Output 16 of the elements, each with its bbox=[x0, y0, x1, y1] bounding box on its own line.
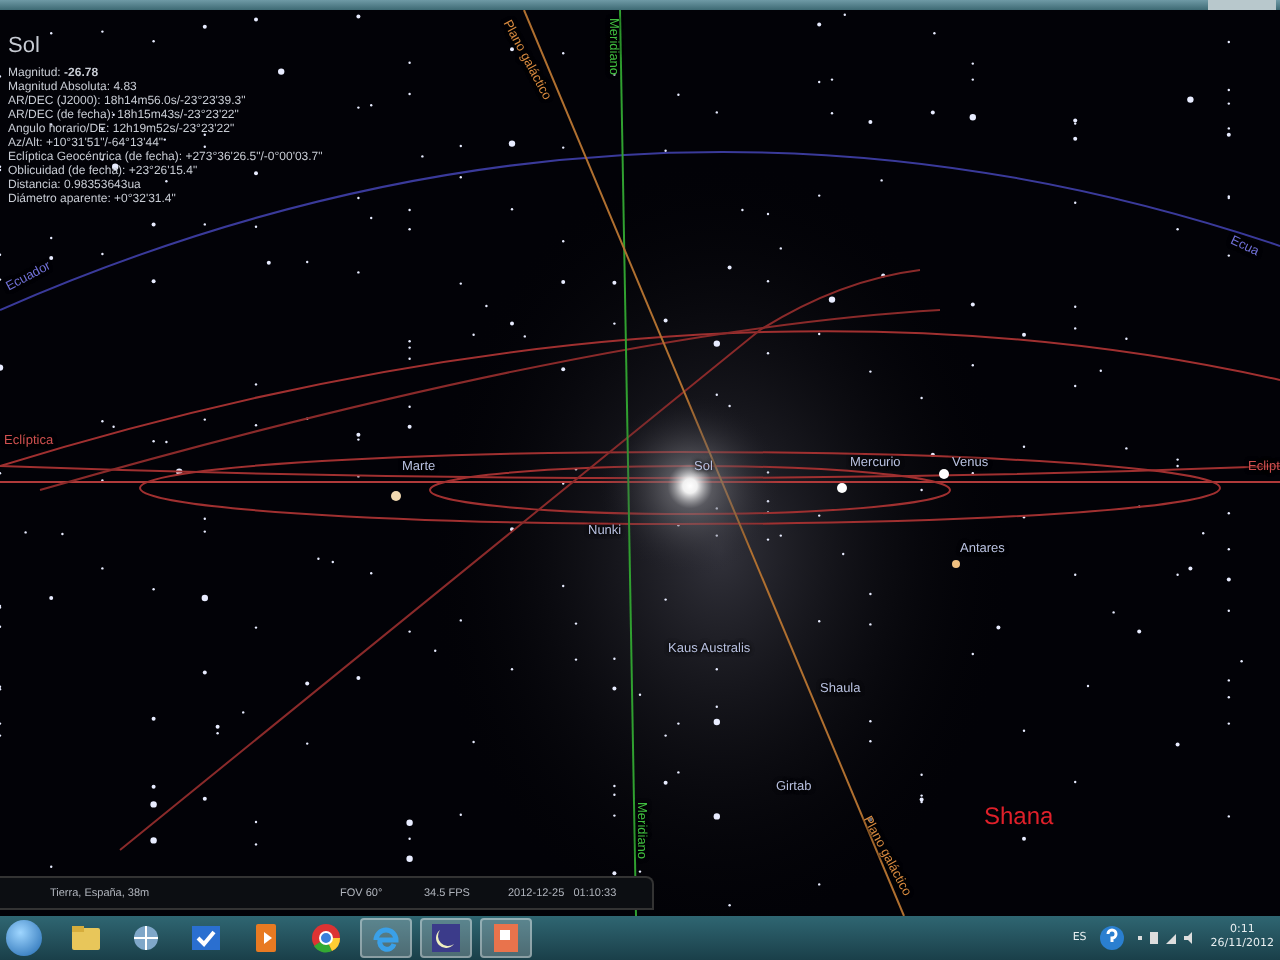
checkmark-icon bbox=[188, 920, 224, 956]
folder-icon bbox=[68, 920, 104, 956]
taskbar-button[interactable] bbox=[420, 918, 472, 958]
ball-icon bbox=[308, 920, 344, 956]
document-icon bbox=[488, 920, 524, 956]
start-button[interactable] bbox=[6, 920, 42, 956]
planet-dot bbox=[837, 483, 847, 493]
globe-icon bbox=[128, 920, 164, 956]
object-name: Sol bbox=[8, 34, 40, 58]
moon-icon bbox=[428, 920, 464, 956]
taskbar-button[interactable] bbox=[480, 918, 532, 958]
star-dot bbox=[952, 560, 960, 568]
signature-text: Shana bbox=[984, 802, 1054, 830]
planet-dot bbox=[939, 469, 949, 479]
planet-dot bbox=[391, 491, 401, 501]
help-icon[interactable] bbox=[1098, 924, 1127, 952]
